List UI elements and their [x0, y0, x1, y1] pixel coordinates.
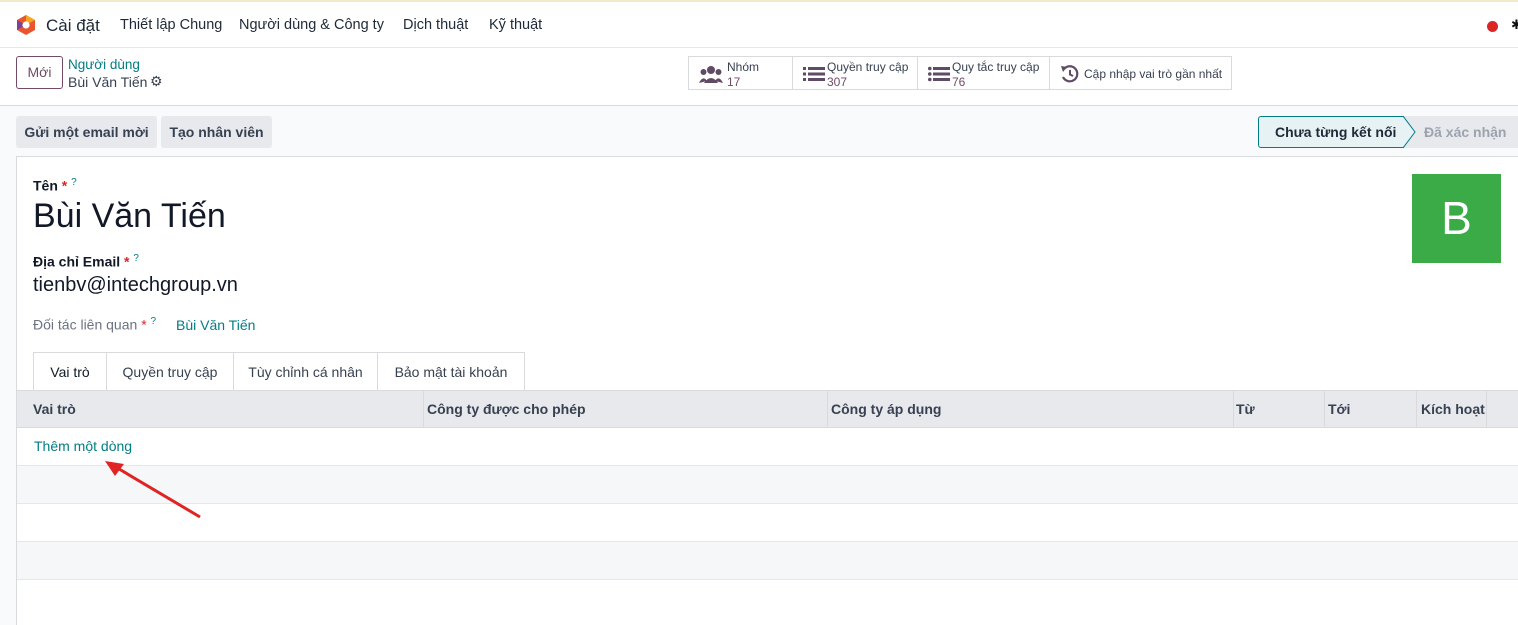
list-icon [928, 66, 950, 82]
smart-access-count: 307 [827, 75, 848, 89]
column-header-active[interactable]: Kích hoạt [1413, 391, 1487, 428]
table-row: Thêm một dòng [17, 428, 1518, 466]
form-sheet: Tên * ? Bùi Văn Tiến Địa chỉ Email * ? t… [16, 156, 1518, 625]
create-employee-button[interactable]: Tạo nhân viên [161, 116, 272, 148]
top-navbar: Cài đặt Thiết lập Chung Người dùng & Côn… [0, 0, 1518, 48]
table-row [17, 504, 1518, 542]
tab-roles[interactable]: Vai trò [33, 352, 107, 390]
list-icon [803, 67, 825, 81]
new-button[interactable]: Mới [16, 56, 63, 89]
column-header-from[interactable]: Từ [1228, 391, 1325, 428]
column-header-role[interactable]: Vai trò [25, 391, 424, 428]
control-panel: Mới Người dùng Bùi Văn Tiến ⚙ Nhóm 17 Qu… [0, 48, 1518, 106]
help-icon[interactable]: ? [71, 177, 77, 188]
recording-dot-icon[interactable] [1487, 21, 1498, 32]
table-header: Vai trò Công ty được cho phép Công ty áp… [17, 390, 1518, 428]
menu-general-settings[interactable]: Thiết lập Chung [120, 17, 222, 33]
name-field[interactable]: Bùi Văn Tiến [33, 197, 226, 236]
status-confirmed[interactable]: Đã xác nhận [1404, 116, 1518, 148]
help-icon[interactable]: ? [133, 253, 139, 264]
email-field[interactable]: tienbv@intechgroup.vn [33, 274, 238, 297]
column-header-to[interactable]: Tới [1320, 391, 1417, 428]
email-label: Địa chỉ Email * ? [33, 253, 139, 270]
send-invite-email-button[interactable]: Gửi một email mời [16, 116, 157, 148]
add-line-link[interactable]: Thêm một dòng [34, 438, 132, 454]
menu-translations[interactable]: Dịch thuật [403, 17, 468, 33]
related-partner-label: Đối tác liên quan * ? [33, 316, 157, 333]
column-header-applied-company[interactable]: Công ty áp dụng [823, 391, 1234, 428]
smart-button-record-rules[interactable]: Quy tắc truy cập 76 [917, 56, 1050, 90]
menu-technical[interactable]: Kỹ thuật [489, 17, 542, 33]
gear-icon[interactable]: ⚙ [150, 73, 163, 90]
odoo-logo-icon[interactable] [15, 14, 37, 36]
help-icon[interactable]: ? [151, 316, 157, 327]
avatar[interactable]: B [1412, 174, 1501, 263]
action-bar: Gửi một email mời Tạo nhân viên Đã xác n… [0, 107, 1518, 155]
menu-users-companies[interactable]: Người dùng & Công ty [239, 17, 384, 33]
smart-role-history-label: Cập nhập vai trò gần nhất [1084, 67, 1223, 81]
annotation-arrow-icon [105, 461, 201, 519]
history-icon [1061, 65, 1079, 83]
breadcrumb-users[interactable]: Người dùng [68, 57, 140, 72]
tab-preferences[interactable]: Tùy chỉnh cá nhân [233, 352, 378, 390]
smart-button-groups[interactable]: Nhóm 17 [688, 56, 793, 90]
tab-access-rights[interactable]: Quyền truy cập [106, 352, 234, 390]
table-row [17, 466, 1518, 504]
breadcrumb-current: Bùi Văn Tiến [68, 74, 148, 90]
tab-account-security[interactable]: Bảo mật tài khoản [377, 352, 525, 390]
smart-button-role-history[interactable]: Cập nhập vai trò gần nhất [1049, 56, 1232, 90]
smart-groups-count: 17 [727, 75, 741, 89]
users-icon [699, 66, 723, 83]
app-title[interactable]: Cài đặt [46, 16, 100, 36]
column-header-allowed-companies[interactable]: Công ty được cho phép [419, 391, 828, 428]
smart-rules-count: 76 [952, 75, 966, 89]
table-row [17, 542, 1518, 580]
related-partner-link[interactable]: Bùi Văn Tiến [176, 317, 255, 333]
smart-groups-label: Nhóm [727, 60, 760, 74]
smart-button-access-rights[interactable]: Quyền truy cập 307 [792, 56, 918, 90]
name-label: Tên * ? [33, 177, 77, 194]
star-icon[interactable]: ✱ [1511, 17, 1518, 33]
status-arrow-icon [1403, 116, 1416, 148]
status-never-connected[interactable]: Chưa từng kết nối [1258, 116, 1404, 148]
smart-access-label: Quyền truy cập [827, 60, 909, 74]
smart-rules-label: Quy tắc truy cập [952, 60, 1040, 74]
